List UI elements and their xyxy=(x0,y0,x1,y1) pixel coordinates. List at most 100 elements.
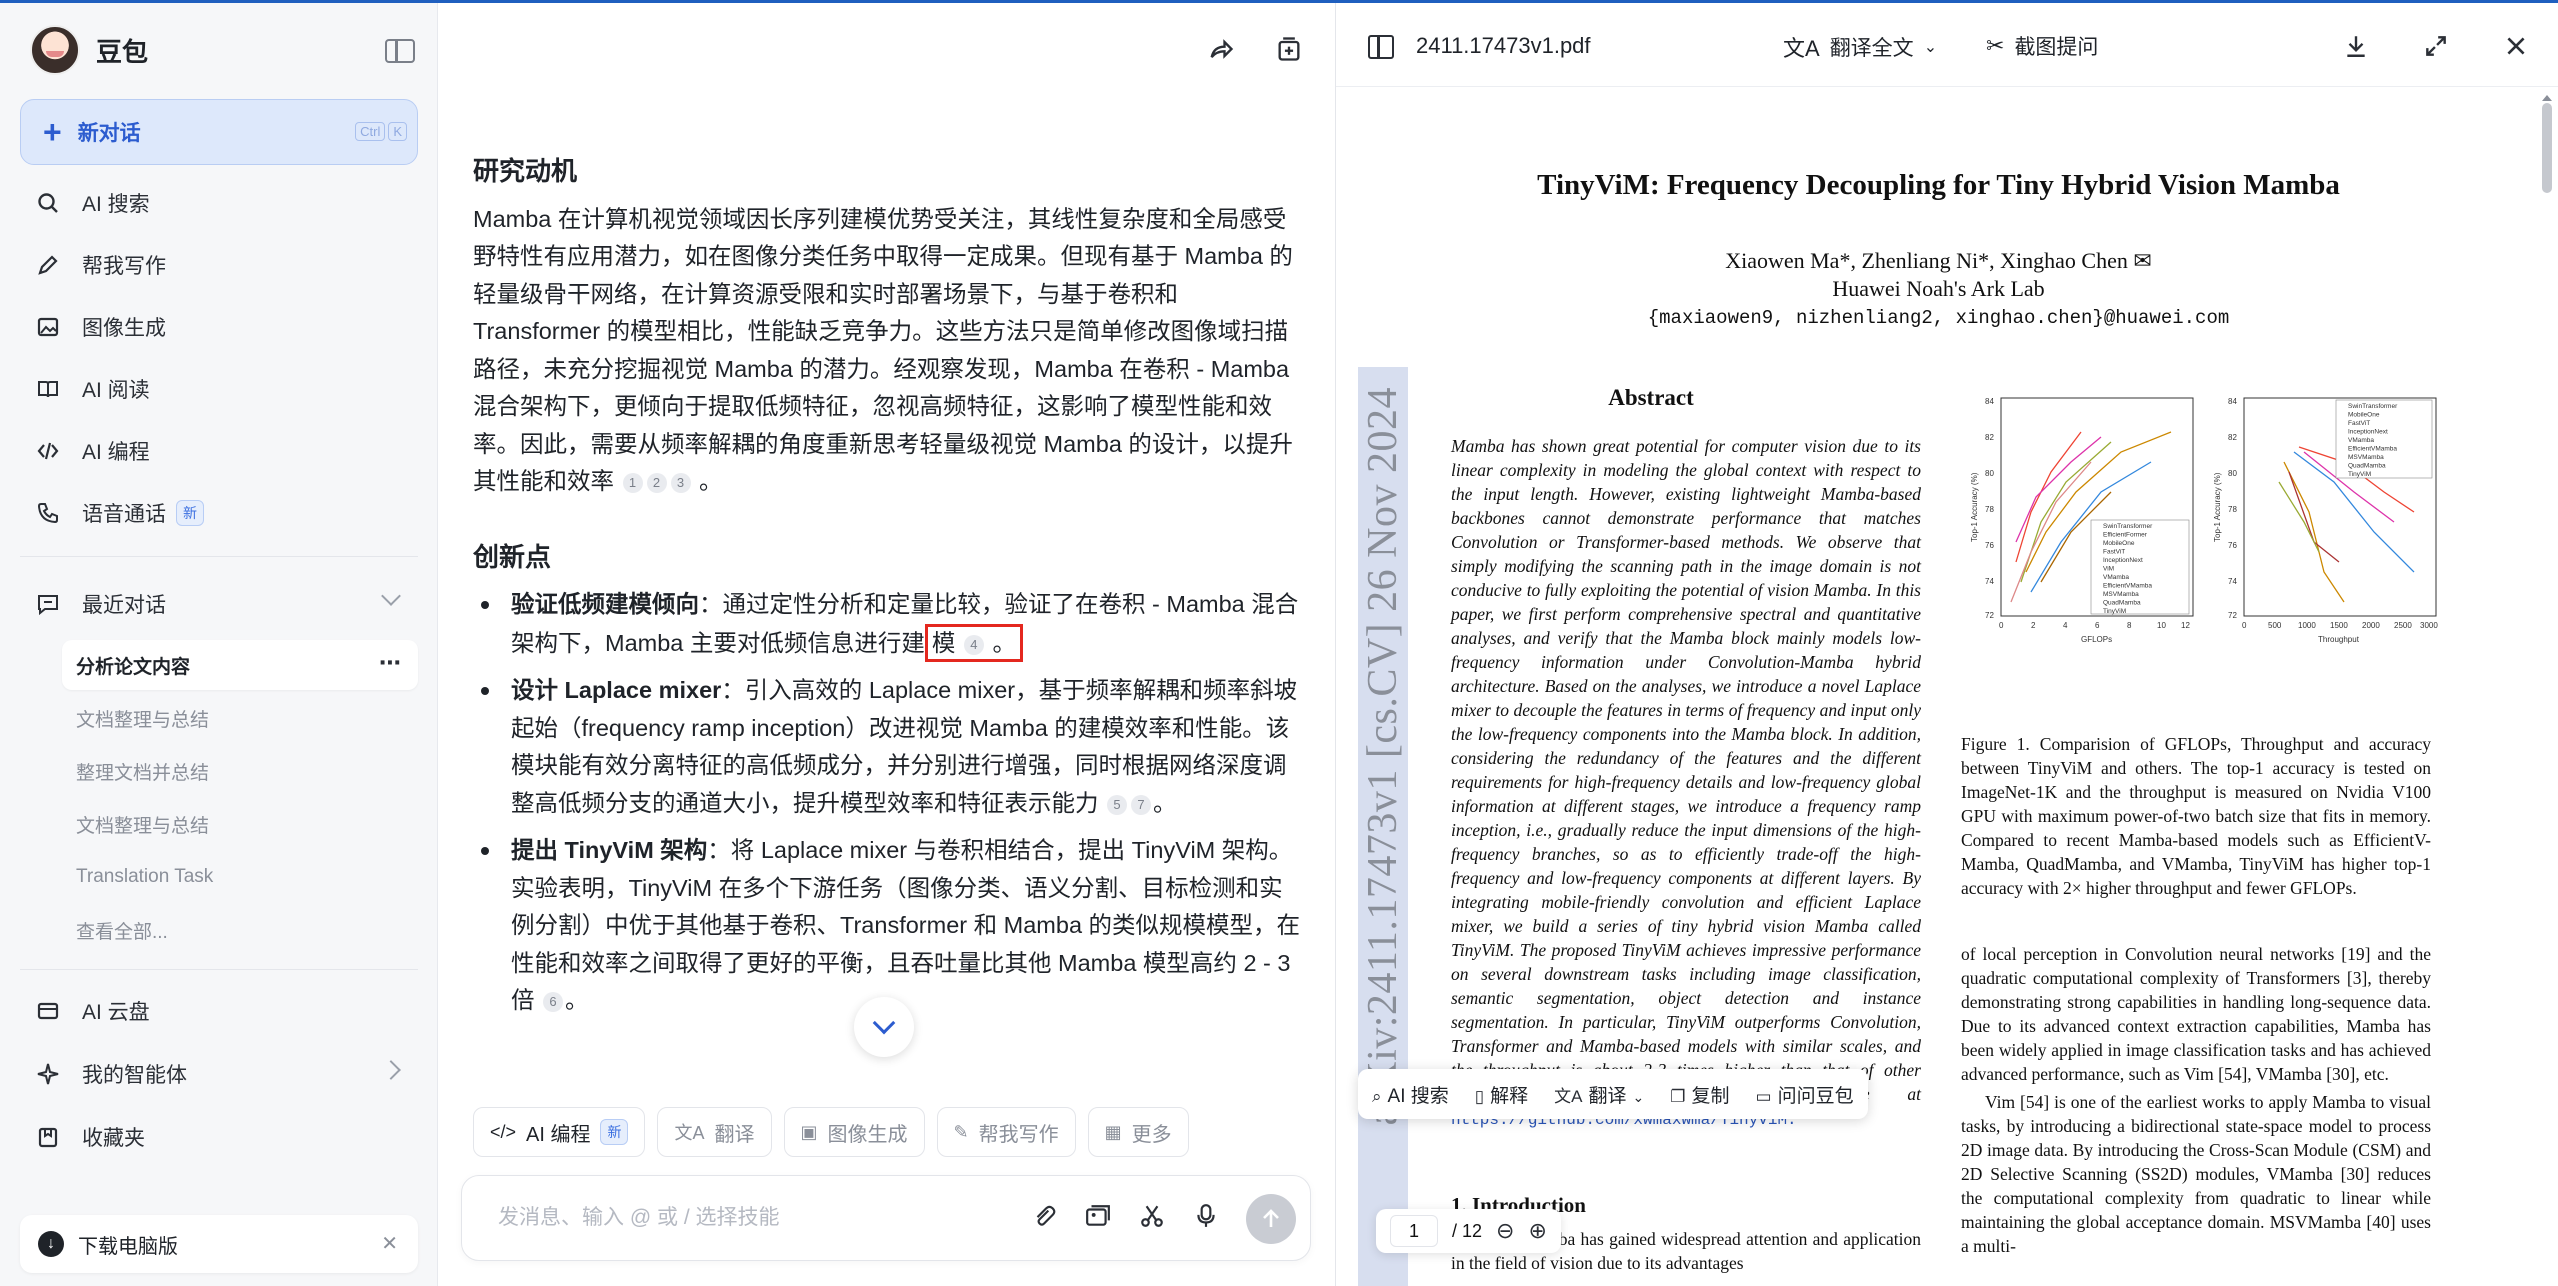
nav-voice-call[interactable]: 语音通话 新 xyxy=(20,486,418,540)
chat-panel: 研究动机 Mamba 在计算机视觉领域因长序列建模优势受关注，其线性复杂度和全局… xyxy=(439,3,1335,1286)
skill-ai-coding[interactable]: </> AI 编程 新 xyxy=(473,1107,646,1157)
abstract-text[interactable]: Mamba has shown great potential for comp… xyxy=(1451,434,1921,1132)
send-button[interactable] xyxy=(1246,1194,1296,1244)
citation-badge[interactable]: 4 xyxy=(963,634,984,655)
legend-entry: InceptionNext xyxy=(2103,557,2143,564)
citation-badge[interactable]: 5 xyxy=(1107,794,1128,815)
new-chat-button[interactable]: + 新对话 Ctrl K xyxy=(20,99,418,165)
axis-tick: 72 xyxy=(2228,611,2237,620)
action-label: 翻译 xyxy=(1588,1085,1627,1107)
close-icon[interactable] xyxy=(2501,31,2531,61)
skill-writing[interactable]: ✎ 帮我写作 xyxy=(936,1107,1076,1157)
view-all-link[interactable]: 查看全部... xyxy=(62,905,418,955)
axis-tick: 74 xyxy=(2228,577,2237,586)
explain-action[interactable]: ▯ 解释 xyxy=(1475,1081,1528,1108)
nav-ai-search[interactable]: AI 搜索 xyxy=(20,176,418,230)
ask-doubao-action[interactable]: ▭ 问问豆包 xyxy=(1756,1081,1854,1108)
composer-tools xyxy=(1030,1202,1220,1230)
nav-writing[interactable]: 帮我写作 xyxy=(20,238,418,292)
skill-translate[interactable]: 文A 翻译 xyxy=(657,1107,772,1157)
citation-badge[interactable]: 3 xyxy=(670,473,691,493)
chevron-down-icon xyxy=(872,1011,896,1035)
more-options-icon[interactable]: ⋯ xyxy=(379,650,402,676)
nav-label: AI 编程 xyxy=(82,441,150,464)
citation-badge[interactable]: 2 xyxy=(646,473,667,493)
nav-label: 图像生成 xyxy=(82,317,166,340)
skill-image-gen[interactable]: ▣ 图像生成 xyxy=(783,1107,925,1157)
shortcut-key: K xyxy=(388,122,407,141)
citation-badge[interactable]: 6 xyxy=(543,992,564,1012)
attachment-icon[interactable] xyxy=(1030,1202,1058,1230)
sidebar-toggle-icon[interactable] xyxy=(1368,35,1394,59)
axis-tick: 78 xyxy=(1985,505,1994,514)
microphone-icon[interactable] xyxy=(1192,1202,1220,1230)
share-icon[interactable] xyxy=(1205,33,1237,65)
scissors-icon[interactable] xyxy=(1138,1202,1166,1230)
legend-entry: MobileOne xyxy=(2348,412,2380,419)
ai-search-action[interactable]: ⌕ AI 搜索 xyxy=(1372,1081,1449,1108)
axis-tick: 78 xyxy=(2228,505,2237,514)
body-text: of local perception in Convolution neura… xyxy=(1961,942,2431,1258)
list-item-text: ：将 Laplace mixer 与卷积相结合，提出 TinyViM 架构。实验… xyxy=(511,837,1301,1013)
translate-action[interactable]: 文A 翻译 ⌄ xyxy=(1554,1081,1644,1108)
skill-more[interactable]: ▦ 更多 xyxy=(1087,1107,1189,1157)
nav-ai-reading[interactable]: AI 阅读 xyxy=(20,362,418,416)
recent-item-active[interactable]: 分析论文内容 ⋯ xyxy=(62,640,418,690)
scrollbar-thumb[interactable] xyxy=(2542,103,2552,193)
citation-badge[interactable]: 1 xyxy=(622,473,643,493)
brand[interactable]: 豆包 xyxy=(30,25,148,75)
copy-action[interactable]: ❐ 复制 xyxy=(1670,1081,1729,1108)
nav-favorites[interactable]: 收藏夹 xyxy=(20,1110,418,1164)
download-icon[interactable] xyxy=(2341,31,2371,61)
axis-tick: 1000 xyxy=(2298,621,2316,630)
sidebar-collapse-icon[interactable] xyxy=(385,39,415,63)
nav-my-agents[interactable]: 我的智能体 xyxy=(20,1047,418,1101)
nav-ai-cloud[interactable]: AI 云盘 xyxy=(20,984,418,1038)
translate-all-button[interactable]: 文A 翻译全文 ⌄ xyxy=(1783,31,1937,63)
axis-tick: 1500 xyxy=(2330,621,2348,630)
list-item-title: 提出 TinyViM 架构 xyxy=(511,837,708,863)
recent-item[interactable]: Translation Task xyxy=(62,852,418,902)
highlight-annotation-box: 模 4 。 xyxy=(924,623,1023,662)
chevron-down-icon[interactable] xyxy=(381,586,401,606)
message-input[interactable] xyxy=(498,1198,1018,1238)
action-label: 解释 xyxy=(1490,1085,1529,1107)
legend-entry: MSVMamba xyxy=(2103,591,2139,598)
axis-label: Throughput xyxy=(2318,635,2360,644)
recent-item[interactable]: 文档整理与总结 xyxy=(62,799,418,849)
zoom-in-icon[interactable]: ⊕ xyxy=(1528,1218,1546,1244)
selection-toolbar: ⌕ AI 搜索 ▯ 解释 文A 翻译 ⌄ ❐ 复制 ▭ 问问豆包 xyxy=(1358,1069,1868,1119)
axis-tick: 10 xyxy=(2157,621,2166,630)
chevron-down-icon: ⌄ xyxy=(1632,1088,1645,1105)
message-paragraph: Mamba 在计算机视觉领域因长序列建模优势受关注，其线性复杂度和全局感受野特性… xyxy=(473,205,1293,495)
axis-tick: 0 xyxy=(2242,621,2247,630)
image-upload-icon[interactable] xyxy=(1084,1202,1112,1230)
legend-entry: MSVMamba xyxy=(2348,454,2384,461)
nav-image-gen[interactable]: 图像生成 xyxy=(20,300,418,354)
scroll-up-arrow[interactable] xyxy=(2542,95,2552,101)
zoom-out-icon[interactable]: ⊖ xyxy=(1496,1218,1514,1244)
axis-label: Top-1 Accuracy (%) xyxy=(1971,472,1979,542)
page-number-input[interactable]: 1 xyxy=(1390,1215,1438,1247)
scroll-to-bottom-button[interactable] xyxy=(854,997,914,1057)
recent-item[interactable]: 整理文档并总结 xyxy=(62,746,418,796)
nav-ai-coding[interactable]: AI 编程 xyxy=(20,424,418,478)
citation-badge[interactable]: 7 xyxy=(1131,794,1152,815)
screenshot-ask-button[interactable]: ✂ 截图提问 xyxy=(1986,31,2098,61)
axis-tick: 500 xyxy=(2268,621,2282,630)
abstract-body: Mamba has shown great potential for comp… xyxy=(1451,436,1921,1104)
recent-item[interactable]: 文档整理与总结 xyxy=(62,693,418,743)
book-icon: ▯ xyxy=(1474,1086,1485,1106)
legend-entry: TinyViM xyxy=(2348,471,2371,478)
axis-tick: 2000 xyxy=(2362,621,2380,630)
new-window-icon[interactable] xyxy=(1273,33,1305,65)
author-emails: {maxiaowen9, nizhenliang2, xinghao.chen}… xyxy=(1647,307,2230,329)
recent-chats-header[interactable]: 最近对话 xyxy=(20,577,418,631)
action-label: 复制 xyxy=(1691,1085,1730,1107)
expand-icon[interactable] xyxy=(2421,31,2451,61)
download-desktop-banner[interactable]: ↓ 下载电脑版 ✕ xyxy=(20,1215,418,1273)
pdf-viewer: 2411.17473v1.pdf 文A 翻译全文 ⌄ ✂ 截图提问 arXiv:… xyxy=(1335,3,2558,1286)
legend-entry: QuadMamba xyxy=(2348,463,2386,470)
divider xyxy=(20,969,418,970)
close-icon[interactable]: ✕ xyxy=(381,1231,398,1256)
